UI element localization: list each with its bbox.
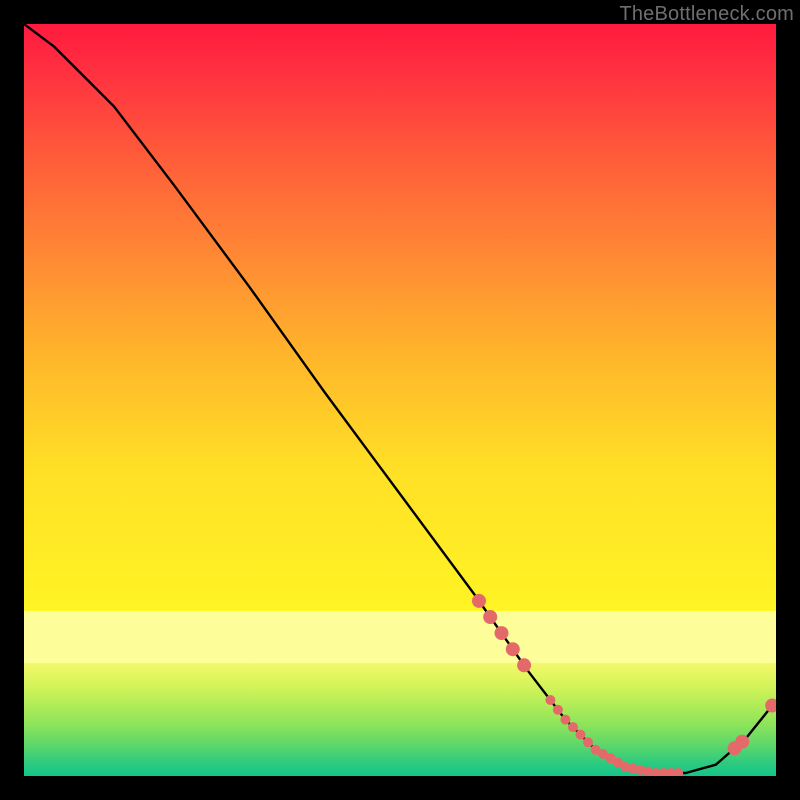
marker-dot xyxy=(735,735,749,749)
marker-dot xyxy=(506,642,520,656)
marker-dot xyxy=(545,695,555,705)
marker-dot xyxy=(576,730,586,740)
chart-stage: TheBottleneck.com xyxy=(0,0,800,800)
watermark-text: TheBottleneck.com xyxy=(619,3,794,26)
marker-dot xyxy=(583,737,593,747)
marker-dot xyxy=(560,715,570,725)
marker-dot xyxy=(483,610,497,624)
marker-dot xyxy=(568,722,578,732)
bottleneck-curve xyxy=(24,24,776,773)
marker-dot xyxy=(495,626,509,640)
curve-path xyxy=(24,24,776,773)
plot-overlay-svg xyxy=(24,24,776,776)
marker-dots xyxy=(472,594,776,776)
plot-area xyxy=(24,24,776,776)
marker-dot xyxy=(673,768,683,776)
marker-dot xyxy=(472,594,486,608)
marker-dot xyxy=(553,705,563,715)
marker-dot xyxy=(517,658,531,672)
